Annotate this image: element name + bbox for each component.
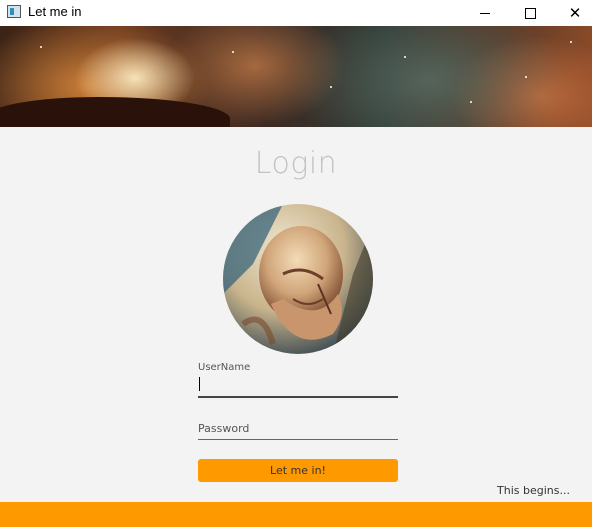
avatar-portrait-image <box>223 204 373 354</box>
star <box>40 46 42 48</box>
star <box>525 76 527 78</box>
maximize-icon <box>524 7 536 19</box>
nebula-banner-image <box>0 26 592 127</box>
password-input[interactable] <box>198 418 398 440</box>
window-title: Let me in <box>28 4 82 19</box>
star <box>570 41 572 43</box>
title-bar: Let me in ✕ <box>0 0 592 26</box>
close-icon: ✕ <box>568 4 582 22</box>
maximize-button[interactable] <box>507 0 553 26</box>
footer-bar <box>0 502 592 527</box>
star <box>330 86 332 88</box>
tagline-text: This begins... <box>497 484 570 497</box>
minimize-icon <box>480 12 490 14</box>
avatar <box>223 204 373 354</box>
app-window-icon <box>7 5 21 18</box>
login-heading: Login <box>254 146 338 181</box>
username-input[interactable] <box>198 374 398 398</box>
let-me-in-button[interactable]: Let me in! <box>198 459 398 482</box>
username-label: UserName <box>198 362 251 373</box>
banner-shadow <box>0 97 230 127</box>
star <box>470 101 472 103</box>
minimize-button[interactable] <box>462 0 508 26</box>
star <box>232 51 234 53</box>
star <box>404 56 406 58</box>
text-caret <box>199 377 200 391</box>
close-button[interactable]: ✕ <box>552 0 592 26</box>
